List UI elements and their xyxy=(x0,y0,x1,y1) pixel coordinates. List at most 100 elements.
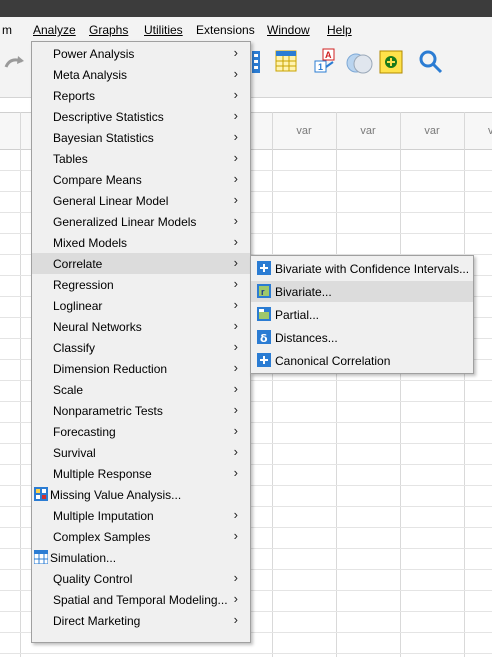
grid-line xyxy=(20,112,21,657)
grid-line xyxy=(336,112,337,657)
menu-item-missing-value-analysis[interactable]: Missing Value Analysis... xyxy=(32,484,250,505)
menu-item-descriptive-statistics[interactable]: Descriptive Statistics › xyxy=(32,106,250,127)
menu-item-scale[interactable]: Scale › xyxy=(32,379,250,400)
column-header[interactable]: var xyxy=(400,113,464,149)
submenu-arrow-icon: › xyxy=(233,276,238,291)
svg-text:A: A xyxy=(325,50,332,60)
menu-item-simulation[interactable]: Simulation... xyxy=(32,547,250,568)
submenu-arrow-icon: › xyxy=(233,507,238,522)
menu-item-forecasting[interactable]: Forecasting › xyxy=(32,421,250,442)
submenu-arrow-icon: › xyxy=(233,192,238,207)
menu-item-meta-analysis[interactable]: Meta Analysis › xyxy=(32,64,250,85)
menu-item-neural-networks[interactable]: Neural Networks › xyxy=(32,316,250,337)
menu-item-label: Reports xyxy=(53,89,96,103)
menu-item-label: Simulation... xyxy=(50,551,117,565)
submenu-arrow-icon: › xyxy=(233,591,238,606)
menu-item-power-analysis[interactable]: Power Analysis › xyxy=(32,43,250,64)
menu-item-generalized-linear-models[interactable]: Generalized Linear Models › xyxy=(32,211,250,232)
submenu-arrow-icon: › xyxy=(233,171,238,186)
menu-item-direct-marketing[interactable]: Direct Marketing › xyxy=(32,610,250,631)
table-edge-icon[interactable] xyxy=(252,50,262,76)
value-labels-icon[interactable]: A 1 xyxy=(313,48,337,74)
menu-transform-partial[interactable]: m xyxy=(2,23,12,37)
menu-item-bivariate-confidence-intervals[interactable]: Bivariate with Confidence Intervals... xyxy=(251,258,473,279)
menu-item-dimension-reduction[interactable]: Dimension Reduction › xyxy=(32,358,250,379)
menu-analyze[interactable]: Analyze xyxy=(33,23,76,37)
menu-window[interactable]: Window xyxy=(267,23,310,37)
submenu-arrow-icon: › xyxy=(233,45,238,60)
menu-item-mixed-models[interactable]: Mixed Models › xyxy=(32,232,250,253)
menu-item-reports[interactable]: Reports › xyxy=(32,85,250,106)
menu-item-label: Mixed Models xyxy=(53,236,128,250)
submenu-arrow-icon: › xyxy=(233,297,238,312)
menu-item-regression[interactable]: Regression › xyxy=(32,274,250,295)
submenu-arrow-icon: › xyxy=(233,444,238,459)
menu-item-nonparametric-tests[interactable]: Nonparametric Tests › xyxy=(32,400,250,421)
column-header[interactable]: var xyxy=(336,113,400,149)
svg-text:r: r xyxy=(261,287,265,297)
menu-item-canonical-correlation[interactable]: Canonical Correlation xyxy=(251,350,473,371)
delta-icon: δ xyxy=(257,330,271,344)
menu-item-label: Spatial and Temporal Modeling... xyxy=(53,593,228,607)
menu-item-label: Missing Value Analysis... xyxy=(50,488,182,502)
use-variable-sets-icon[interactable] xyxy=(345,48,373,76)
svg-text:1: 1 xyxy=(318,62,323,72)
menu-item-bayesian-statistics[interactable]: Bayesian Statistics › xyxy=(32,127,250,148)
menu-item-label: Compare Means xyxy=(53,173,142,187)
submenu-arrow-icon: › xyxy=(233,213,238,228)
plus-icon xyxy=(257,353,271,367)
column-header[interactable]: var xyxy=(272,113,336,149)
menu-item-label: Complex Samples xyxy=(53,530,151,544)
submenu-arrow-icon: › xyxy=(233,402,238,417)
menu-item-label: Dimension Reduction xyxy=(53,362,168,376)
menu-help[interactable]: Help xyxy=(327,23,352,37)
submenu-arrow-icon: › xyxy=(233,381,238,396)
data-grid-icon[interactable] xyxy=(275,50,297,74)
redo-icon[interactable] xyxy=(2,53,28,73)
menu-item-multiple-imputation[interactable]: Multiple Imputation › xyxy=(32,505,250,526)
submenu-arrow-icon: › xyxy=(233,150,238,165)
menu-item-label: Loglinear xyxy=(53,299,103,313)
menu-utilities[interactable]: Utilities xyxy=(144,23,183,37)
submenu-arrow-icon: › xyxy=(233,87,238,102)
menu-item-label: Bayesian Statistics xyxy=(53,131,154,145)
menu-item-label: Forecasting xyxy=(53,425,116,439)
menu-item-label: Quality Control xyxy=(53,572,133,586)
menu-graphs[interactable]: Graphs xyxy=(89,23,128,37)
menu-item-label: Partial... xyxy=(275,308,320,322)
missing-value-icon xyxy=(34,487,48,501)
menu-item-distances[interactable]: δ Distances... xyxy=(251,327,473,348)
menu-item-label: Distances... xyxy=(275,331,338,345)
menu-extensions[interactable]: Extensions xyxy=(196,23,255,37)
search-icon[interactable] xyxy=(418,49,444,75)
menu-item-general-linear-model[interactable]: General Linear Model › xyxy=(32,190,250,211)
bivariate-icon: r xyxy=(257,284,271,298)
menu-item-correlate[interactable]: Correlate › xyxy=(32,253,250,274)
menu-item-complex-samples[interactable]: Complex Samples › xyxy=(32,526,250,547)
grid-line xyxy=(272,112,273,657)
submenu-arrow-icon: › xyxy=(233,129,238,144)
menu-item-survival[interactable]: Survival › xyxy=(32,442,250,463)
menu-item-label: Scale xyxy=(53,383,84,397)
submenu-arrow-icon: › xyxy=(233,360,238,375)
submenu-arrow-icon: › xyxy=(233,570,238,585)
menu-item-partial[interactable]: Partial... xyxy=(251,304,473,325)
menu-item-quality-control[interactable]: Quality Control › xyxy=(32,568,250,589)
menu-item-label: Neural Networks xyxy=(53,320,142,334)
menu-item-multiple-response[interactable]: Multiple Response › xyxy=(32,463,250,484)
grid-line xyxy=(464,112,465,657)
menu-item-tables[interactable]: Tables › xyxy=(32,148,250,169)
column-header[interactable]: v xyxy=(464,113,492,149)
menu-item-spatial-temporal-modeling[interactable]: Spatial and Temporal Modeling... › xyxy=(32,589,250,610)
plus-icon xyxy=(257,261,271,275)
window-title-bar xyxy=(0,0,492,17)
menu-item-label: Nonparametric Tests xyxy=(53,404,163,418)
menu-item-classify[interactable]: Classify › xyxy=(32,337,250,358)
menu-item-label: Multiple Imputation xyxy=(53,509,154,523)
menu-item-compare-means[interactable]: Compare Means › xyxy=(32,169,250,190)
menu-item-loglinear[interactable]: Loglinear › xyxy=(32,295,250,316)
menu-item-bivariate[interactable]: r Bivariate... xyxy=(251,281,473,302)
menu-item-label: Classify xyxy=(53,341,96,355)
menu-item-label: Correlate xyxy=(53,257,103,271)
show-all-variables-icon[interactable] xyxy=(379,50,403,74)
